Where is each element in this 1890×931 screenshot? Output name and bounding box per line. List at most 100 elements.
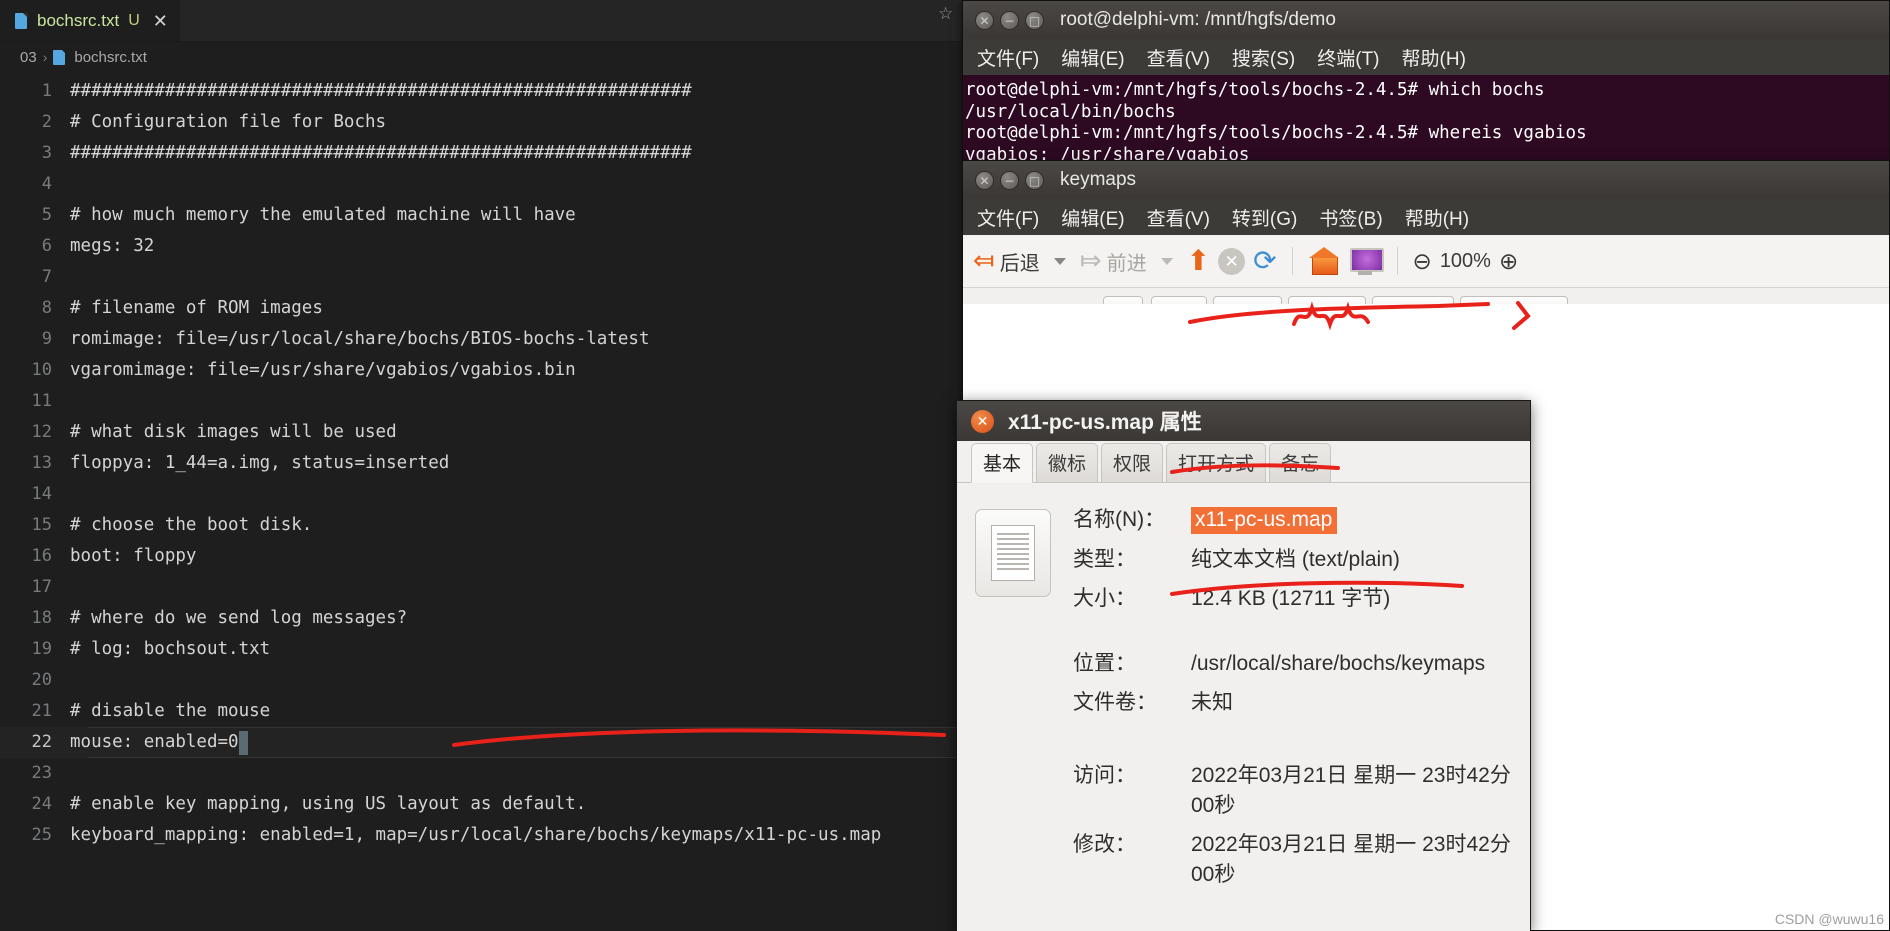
properties-tab-1[interactable]: 徽标	[1036, 443, 1099, 482]
code-text: keyboard_mapping: enabled=1, map=/usr/lo…	[70, 825, 882, 845]
menu-item-edit[interactable]: 编辑(E)	[1061, 204, 1124, 231]
terminal-menu-bar[interactable]: 文件(F) 编辑(E) 查看(V) 搜索(S) 终端(T) 帮助(H)	[963, 39, 1889, 75]
line-number: 25	[31, 825, 52, 845]
close-icon[interactable]: ✕	[153, 12, 168, 30]
property-value-name[interactable]: x11-pc-us.map	[1191, 507, 1338, 534]
menu-item-bookmarks[interactable]: 书签(B)	[1319, 204, 1382, 231]
menu-item-search[interactable]: 搜索(S)	[1232, 44, 1295, 71]
maximize-icon[interactable]: □	[1025, 10, 1044, 30]
menu-item-help[interactable]: 帮助(H)	[1405, 204, 1469, 231]
minimize-icon[interactable]: −	[1000, 170, 1019, 190]
minimize-icon[interactable]: −	[1000, 10, 1019, 30]
home-icon[interactable]	[1308, 247, 1340, 275]
properties-tab-3[interactable]: 打开方式	[1166, 443, 1267, 482]
line-number: 17	[31, 577, 52, 597]
chevron-right-icon: ›	[42, 49, 48, 65]
property-value: 未知	[1191, 691, 1233, 714]
properties-tab-strip[interactable]: 基本 徽标 权限 打开方式 备忘	[957, 441, 1530, 483]
properties-title-bar[interactable]: ✕ x11-pc-us.map 属性	[957, 401, 1530, 441]
line-number: 1	[41, 81, 52, 101]
menu-item-edit[interactable]: 编辑(E)	[1061, 44, 1124, 71]
line-number: 18	[31, 608, 52, 628]
code-text: # Configuration file for Bochs	[70, 112, 387, 132]
line-number: 14	[31, 484, 52, 504]
menu-item-help[interactable]: 帮助(H)	[1402, 44, 1466, 71]
code-text: ########################################…	[70, 81, 692, 101]
property-value: /usr/local/share/bochs/keymaps	[1191, 652, 1486, 675]
maximize-icon[interactable]: □	[1025, 170, 1044, 190]
code-text: # log: bochsout.txt	[70, 639, 271, 659]
file-manager-menu-bar[interactable]: 文件(F) 编辑(E) 查看(V) 转到(G) 书签(B) 帮助(H)	[963, 199, 1889, 235]
zoom-in-icon[interactable]: ⊕	[1499, 248, 1518, 275]
editor-tab-bochsrc[interactable]: bochsrc.txt U ✕	[0, 0, 181, 41]
line-number: 15	[31, 515, 52, 535]
menu-item-file[interactable]: 文件(F)	[977, 44, 1039, 71]
zoom-out-icon[interactable]: ⊖	[1413, 248, 1432, 275]
properties-tab-4[interactable]: 备忘	[1269, 443, 1332, 482]
menu-item-file[interactable]: 文件(F)	[977, 204, 1039, 231]
file-manager-title-bar[interactable]: ✕ − □ keymaps	[963, 161, 1889, 199]
editor-tab-label: bochsrc.txt	[37, 11, 120, 30]
property-row: 文件卷： 未知	[1073, 686, 1512, 716]
back-button[interactable]: ⤆ 后退	[973, 247, 1040, 276]
breadcrumb-file[interactable]: bochsrc.txt	[74, 49, 147, 66]
file-manager-toolbar[interactable]: ⤆ 后退 ⤇ 前进 ⬆ ✕ ⟳ ⊖ 100% ⊕	[963, 235, 1889, 288]
line-number: 13	[31, 453, 52, 473]
terminal-title-bar[interactable]: ✕ − □ root@delphi-vm: /mnt/hgfs/demo	[963, 1, 1889, 39]
property-row: 大小： 12.4 KB (12711 字节)	[1073, 582, 1512, 612]
property-label: 访问：	[1073, 764, 1136, 787]
property-row: 修改： 2022年03月21日 星期一 23时42分00秒	[1073, 828, 1512, 888]
code-text: vgaromimage: file=/usr/share/vgabios/vga…	[70, 360, 576, 380]
property-label: 修改：	[1073, 833, 1136, 856]
line-number: 24	[31, 794, 52, 814]
breadcrumb-root[interactable]: 03	[20, 49, 37, 66]
file-manager-title: keymaps	[1060, 169, 1137, 190]
close-icon[interactable]: ✕	[971, 409, 994, 433]
forward-button[interactable]: ⤇ 前进	[1080, 247, 1147, 276]
file-icon	[53, 49, 68, 65]
properties-title: x11-pc-us.map 属性	[1008, 411, 1202, 434]
terminal-title: root@delphi-vm: /mnt/hgfs/demo	[1060, 9, 1336, 30]
code-text: # what disk images will be used	[70, 422, 397, 442]
line-number: 3	[41, 143, 52, 163]
menu-item-terminal[interactable]: 终端(T)	[1317, 44, 1379, 71]
code-text: mouse: enabled=0	[70, 732, 239, 752]
code-text: # how much memory the emulated machine w…	[70, 205, 576, 225]
terminal-window: ✕ − □ root@delphi-vm: /mnt/hgfs/demo 文件(…	[962, 0, 1890, 197]
line-number: 2	[41, 112, 52, 132]
forward-history-dropdown-icon[interactable]	[1160, 257, 1173, 265]
properties-field-list: 名称(N)： x11-pc-us.map 类型： 纯文本文档 (text/plain)…	[1073, 503, 1512, 931]
line-number: 23	[31, 763, 52, 783]
computer-icon[interactable]	[1348, 247, 1384, 275]
property-label: 大小：	[1073, 587, 1136, 610]
up-icon[interactable]: ⬆	[1187, 247, 1210, 275]
menu-item-view[interactable]: 查看(V)	[1147, 204, 1210, 231]
property-label: 文件卷：	[1073, 691, 1157, 714]
back-history-dropdown-icon[interactable]	[1053, 257, 1066, 265]
line-number: 20	[31, 670, 52, 690]
close-icon[interactable]: ✕	[975, 10, 994, 30]
terminal-window-controls[interactable]: ✕ − □	[975, 10, 1044, 30]
property-row: 名称(N)： x11-pc-us.map	[1073, 503, 1512, 534]
reload-icon[interactable]: ⟳	[1253, 247, 1276, 275]
properties-basic-panel: 名称(N)： x11-pc-us.map 类型： 纯文本文档 (text/plain)…	[957, 483, 1530, 931]
properties-tab-2[interactable]: 权限	[1101, 443, 1164, 482]
notification-bell-icon[interactable]: ☆	[938, 4, 953, 24]
menu-item-view[interactable]: 查看(V)	[1147, 44, 1210, 71]
code-text: boot: floppy	[70, 546, 197, 566]
line-number: 21	[31, 701, 52, 721]
line-number: 12	[31, 422, 52, 442]
text-cursor	[238, 730, 248, 755]
arrow-left-icon: ⤆	[973, 246, 995, 276]
stop-icon[interactable]: ✕	[1218, 247, 1246, 275]
properties-tab-0[interactable]: 基本	[971, 443, 1034, 483]
line-number: 22	[31, 732, 52, 752]
property-value: 2022年03月21日 星期一 23时42分00秒	[1191, 833, 1511, 886]
file-icon	[14, 12, 30, 30]
document-icon	[975, 509, 1051, 597]
close-icon[interactable]: ✕	[975, 170, 994, 190]
file-manager-window-controls[interactable]: ✕ − □	[975, 170, 1044, 190]
menu-item-go[interactable]: 转到(G)	[1232, 204, 1297, 231]
line-number: 9	[41, 329, 52, 349]
code-text: # choose the boot disk.	[70, 515, 313, 535]
